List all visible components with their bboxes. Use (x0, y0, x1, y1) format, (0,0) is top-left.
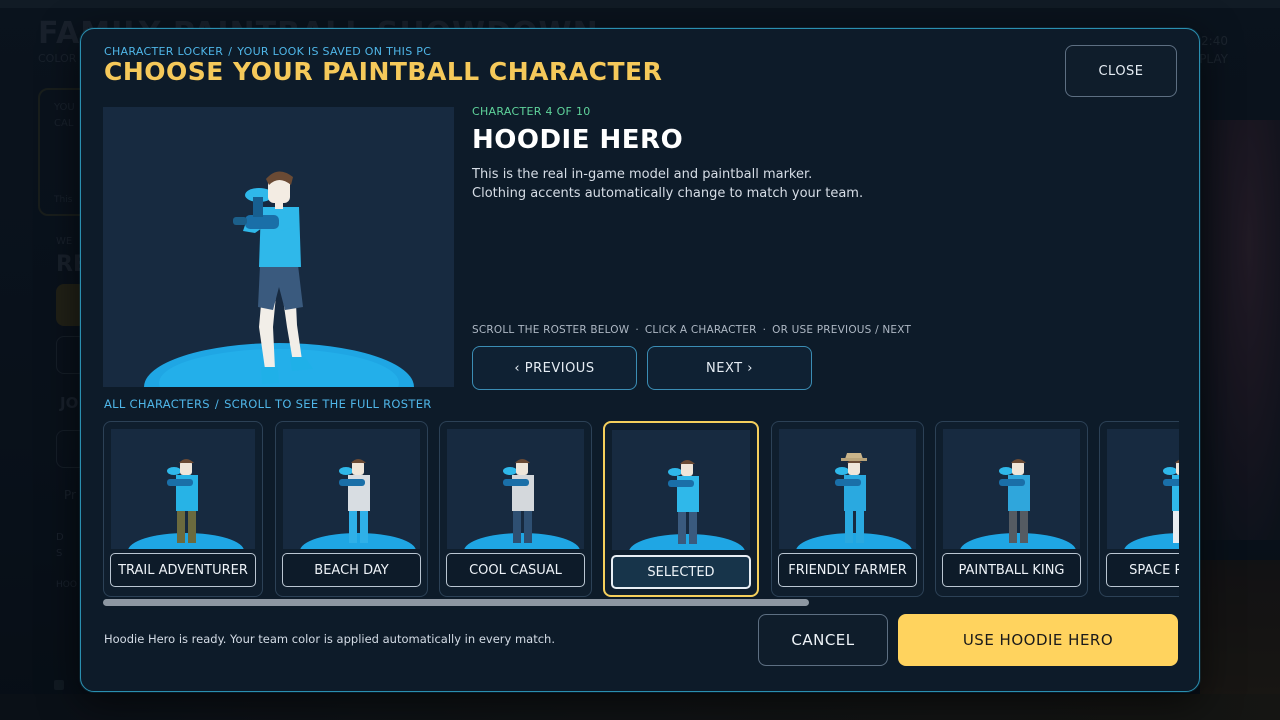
hint-separator: · (635, 324, 639, 336)
status-message: Hoodie Hero is ready. Your team color is… (104, 632, 555, 646)
roster-character-image (300, 459, 416, 549)
roster-card-label: BEACH DAY (282, 553, 421, 587)
character-locker-modal: CHARACTER LOCKER / YOUR LOOK IS SAVED ON T… (80, 28, 1200, 692)
roster-card[interactable]: BEACH DAY (275, 421, 428, 597)
roster-card-label: TRAIL ADVENTURER (110, 553, 256, 587)
character-preview (103, 107, 454, 387)
roster-card[interactable]: TRAIL ADVENTURER (103, 421, 263, 597)
use-character-button[interactable]: USE HOODIE HERO (898, 614, 1178, 666)
hint-item: OR USE PREVIOUS / NEXT (772, 324, 912, 336)
next-button[interactable]: NEXT › (647, 346, 812, 390)
modal-title: CHOOSE YOUR PAINTBALL CHARACTER (104, 57, 663, 86)
roster-card-thumbnail (779, 429, 916, 549)
roster-label-item: SCROLL TO SEE THE FULL ROSTER (224, 397, 432, 411)
hint-item: CLICK A CHARACTER (644, 324, 757, 336)
roster-scrollbar[interactable] (103, 599, 809, 606)
character-model-image (144, 171, 414, 387)
cancel-button[interactable]: CANCEL (758, 614, 888, 666)
character-counter: CHARACTER 4 OF 10 (472, 105, 591, 118)
roster-label-separator: / (214, 397, 220, 411)
roster-character-image (1124, 459, 1179, 549)
roster-character-image (796, 453, 912, 549)
roster-card[interactable]: FRIENDLY FARMER (771, 421, 924, 597)
roster-card-label: SELECTED (611, 555, 751, 589)
roster-card-label: SPACE RANGER (1106, 553, 1179, 587)
roster-card-label: PAINTBALL KING (942, 553, 1081, 587)
roster-card[interactable]: SPACE RANGER (1099, 421, 1179, 597)
roster-character-image (128, 459, 244, 549)
hint-item: SCROLL THE ROSTER BELOW (472, 324, 630, 336)
character-description: This is the real in-game model and paint… (472, 165, 863, 203)
roster-card-label: FRIENDLY FARMER (778, 553, 917, 587)
hint-separator: · (762, 324, 767, 336)
roster-character-image (629, 460, 745, 550)
roster-card-thumbnail (111, 429, 255, 549)
close-button[interactable]: CLOSE (1065, 45, 1177, 97)
roster-card[interactable]: SELECTED (603, 421, 759, 597)
roster-card[interactable]: PAINTBALL KING (935, 421, 1088, 597)
roster-card-label: COOL CASUAL (446, 553, 585, 587)
roster-card[interactable]: COOL CASUAL (439, 421, 592, 597)
roster-card-thumbnail (1107, 429, 1179, 549)
roster-character-image (464, 459, 580, 549)
description-line: This is the real in-game model and paint… (472, 167, 813, 182)
character-roster[interactable]: TRAIL ADVENTURER BEACH DAY COOL CASUAL SELE… (103, 419, 1179, 599)
roster-card-thumbnail (447, 429, 584, 549)
description-line: Clothing accents automatically change to… (472, 186, 864, 201)
roster-label-item: ALL CHARACTERS (104, 397, 210, 411)
previous-button[interactable]: ‹ PREVIOUS (472, 346, 637, 390)
character-name: HOODIE HERO (472, 125, 684, 155)
roster-card-thumbnail (943, 429, 1080, 549)
roster-card-thumbnail (612, 430, 750, 550)
roster-label: ALL CHARACTERS / SCROLL TO SEE THE FULL RO… (104, 397, 432, 411)
roster-character-image (960, 459, 1076, 549)
roster-card-thumbnail (283, 429, 420, 549)
navigation-hint: SCROLL THE ROSTER BELOW · CLICK A CHARACTE… (472, 324, 911, 336)
